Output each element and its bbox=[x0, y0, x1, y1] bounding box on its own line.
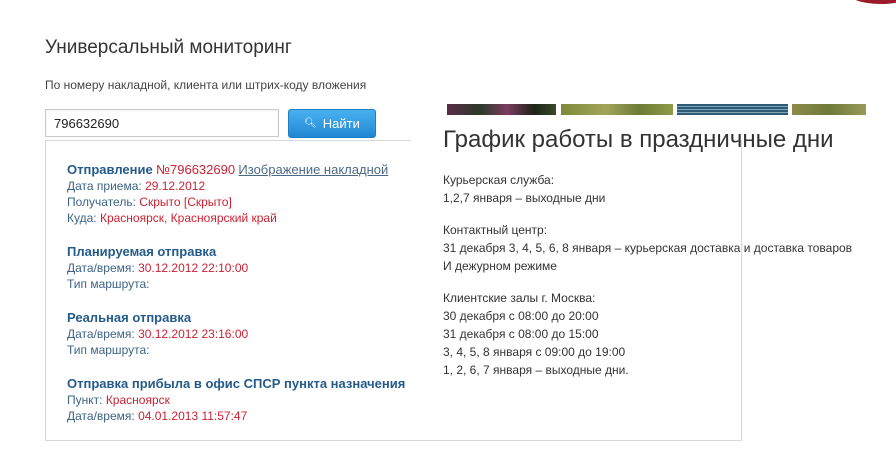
destination-value: Красноярск, Красноярский край bbox=[99, 211, 277, 225]
event-line1-label: Дата/время: bbox=[67, 261, 135, 275]
halls-line: 1, 2, 6, 7 января – выходные дни. bbox=[443, 363, 629, 377]
page-title: Универсальный мониторинг bbox=[45, 37, 292, 58]
event-line2-label: Тип маршрута: bbox=[67, 343, 150, 357]
banner-thumbnail[interactable] bbox=[561, 104, 673, 115]
event-block: Отправка прибыла в офис СПСР пункта назн… bbox=[67, 375, 412, 424]
holiday-schedule: Курьерская служба: 1,2,7 января – выходн… bbox=[443, 171, 896, 393]
halls-line: 3, 4, 5, 8 января с 09:00 до 19:00 bbox=[443, 345, 626, 359]
destination-label: Куда: bbox=[67, 211, 97, 225]
shipment-block: Отправление №796632690 Изображение накла… bbox=[67, 161, 412, 226]
event-line1-label: Пункт: bbox=[67, 393, 103, 407]
halls-line: 31 декабря с 08:00 до 15:00 bbox=[443, 327, 599, 341]
search-icon: 🔍︎ bbox=[304, 118, 317, 129]
search-hint: По номеру накладной, клиента или штрих-к… bbox=[45, 78, 367, 92]
courier-line: 1,2,7 января – выходные дни bbox=[443, 191, 606, 205]
event-block: Планируемая отправка Дата/время: 30.12.2… bbox=[67, 243, 412, 292]
event-line2-label: Дата/время: bbox=[67, 409, 135, 423]
event-title: Реальная отправка bbox=[67, 310, 192, 325]
recipient-value: Скрыто [Скрыто] bbox=[139, 195, 232, 209]
event-title: Планируемая отправка bbox=[67, 244, 217, 259]
halls-heading: Клиентские залы г. Москва: bbox=[443, 291, 596, 305]
halls-line: 30 декабря с 08:00 до 20:00 bbox=[443, 309, 599, 323]
search-button[interactable]: 🔍︎ Найти bbox=[288, 109, 376, 138]
event-block: Реальная отправка Дата/время: 30.12.2012… bbox=[67, 309, 412, 358]
event-line2-value: 04.01.2013 11:57:47 bbox=[138, 409, 248, 423]
contact-line: 31 декабря 3, 4, 5, 6, 8 января – курьер… bbox=[443, 241, 853, 273]
event-line2-label: Тип маршрута: bbox=[67, 277, 150, 291]
tracking-results: Отправление №796632690 Изображение накла… bbox=[67, 161, 412, 441]
corner-decoration bbox=[846, 0, 896, 4]
recipient-label: Получатель: bbox=[67, 195, 136, 209]
banner-thumbnail[interactable] bbox=[677, 104, 788, 115]
event-line1-label: Дата/время: bbox=[67, 327, 135, 341]
event-line1-value: Красноярск bbox=[105, 393, 170, 407]
contact-heading: Контактный центр: bbox=[443, 223, 548, 237]
event-line1-value: 30.12.2012 23:16:00 bbox=[138, 327, 249, 341]
shipment-heading: Отправление bbox=[67, 162, 153, 177]
holiday-schedule-title: График работы в праздничные дни bbox=[443, 126, 834, 153]
banner-thumbnail[interactable] bbox=[447, 104, 556, 115]
banner-thumbnail[interactable] bbox=[792, 104, 866, 115]
event-title: Отправка прибыла в офис СПСР пункта назн… bbox=[67, 376, 406, 391]
date-label: Дата приема: bbox=[67, 179, 142, 193]
tracking-search-input[interactable] bbox=[45, 109, 279, 137]
search-button-label: Найти bbox=[322, 116, 360, 131]
courier-heading: Курьерская служба: bbox=[443, 173, 555, 187]
invoice-image-link[interactable]: Изображение накладной bbox=[238, 162, 388, 177]
shipment-number: №796632690 bbox=[156, 162, 236, 177]
date-value: 29.12.2012 bbox=[145, 179, 206, 193]
event-line1-value: 30.12.2012 22:10:00 bbox=[138, 261, 249, 275]
